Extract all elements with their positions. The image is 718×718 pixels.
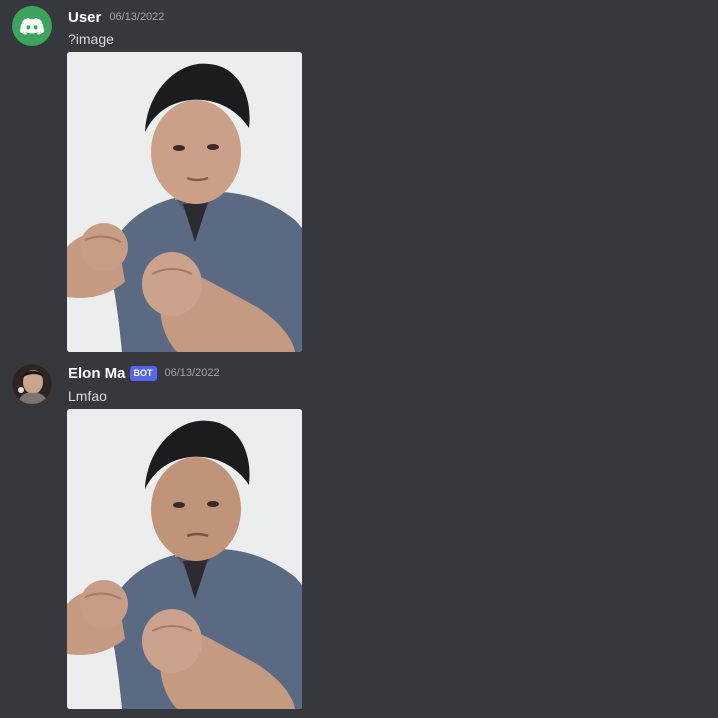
image-attachment[interactable] [67, 409, 302, 709]
bot-avatar[interactable] [12, 364, 52, 404]
discord-logo-icon [20, 18, 44, 35]
message-header: User 06/13/2022 [68, 7, 164, 27]
user-avatar[interactable] [12, 6, 52, 46]
image-attachment[interactable] [67, 52, 302, 352]
message-timestamp: 06/13/2022 [109, 11, 165, 23]
author-name[interactable]: Elon Ma [68, 365, 126, 382]
photo-man-fists [67, 409, 302, 709]
message-header: Elon Ma BOT 06/13/2022 [68, 363, 220, 383]
bot-tag-badge: BOT [129, 365, 157, 381]
message-text: Lmfao [68, 388, 107, 404]
message-timestamp: 06/13/2022 [164, 367, 220, 379]
profile-photo [12, 364, 52, 404]
photo-man-fists [67, 52, 302, 352]
chat-messages: User 06/13/2022 ?image Elon Ma BOT 06/13… [0, 0, 718, 718]
author-name[interactable]: User [68, 9, 101, 26]
message-text: ?image [68, 31, 114, 47]
